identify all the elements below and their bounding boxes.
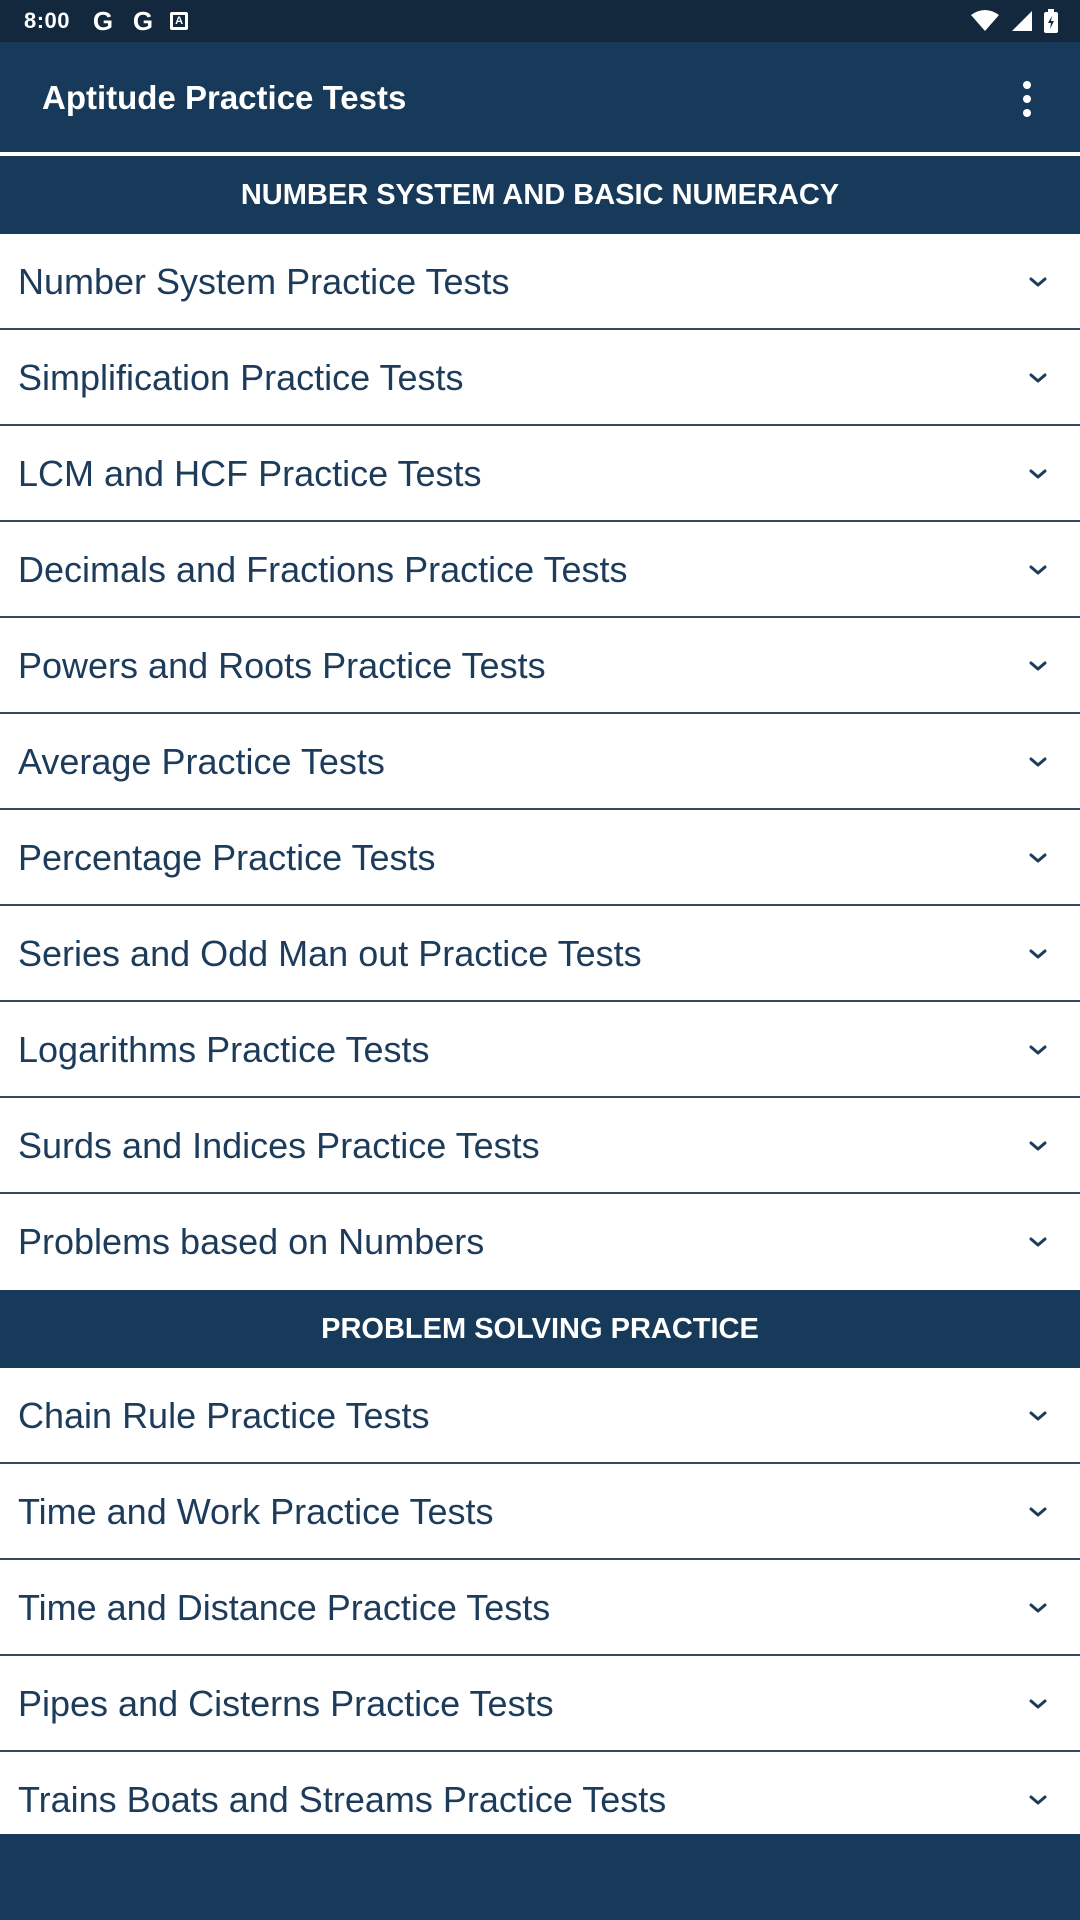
list-item[interactable]: Average Practice Tests	[0, 714, 1080, 810]
chevron-down-icon[interactable]	[1026, 1230, 1050, 1254]
list-item-label: Number System Practice Tests	[18, 261, 510, 302]
list-item[interactable]: Pipes and Cisterns Practice Tests	[0, 1656, 1080, 1752]
list-item-label: Series and Odd Man out Practice Tests	[18, 933, 642, 974]
app-title: Aptitude Practice Tests	[42, 79, 407, 116]
status-right-icons	[970, 0, 1058, 42]
chevron-down-icon[interactable]	[1026, 1788, 1050, 1812]
chevron-down-icon[interactable]	[1026, 942, 1050, 966]
chevron-down-icon[interactable]	[1026, 366, 1050, 390]
list-item[interactable]: Powers and Roots Practice Tests	[0, 618, 1080, 714]
bottom-banner-area	[0, 1834, 1080, 1920]
chevron-down-icon[interactable]	[1026, 270, 1050, 294]
list-item-label: Problems based on Numbers	[18, 1221, 485, 1262]
list-item-label: Average Practice Tests	[18, 741, 385, 782]
battery-icon	[1044, 9, 1058, 33]
list-item-label: Time and Work Practice Tests	[18, 1491, 494, 1532]
list-item[interactable]: LCM and HCF Practice Tests	[0, 426, 1080, 522]
list-item-label: Time and Distance Practice Tests	[18, 1587, 551, 1628]
chevron-down-icon[interactable]	[1026, 1134, 1050, 1158]
list-item[interactable]: Logarithms Practice Tests	[0, 1002, 1080, 1098]
chevron-down-icon[interactable]	[1026, 654, 1050, 678]
google-icon: G	[132, 6, 154, 36]
list-item-label: Surds and Indices Practice Tests	[18, 1125, 540, 1166]
more-vertical-icon[interactable]	[1000, 72, 1054, 126]
list-item[interactable]: Time and Distance Practice Tests	[0, 1560, 1080, 1656]
chevron-down-icon[interactable]	[1026, 558, 1050, 582]
wifi-icon	[971, 10, 999, 31]
list-item-label: Chain Rule Practice Tests	[18, 1395, 430, 1436]
list-item[interactable]: Series and Odd Man out Practice Tests	[0, 906, 1080, 1002]
cellular-signal-icon	[1012, 11, 1032, 31]
chevron-down-icon[interactable]	[1026, 462, 1050, 486]
chevron-down-icon[interactable]	[1026, 1038, 1050, 1062]
section-header: NUMBER SYSTEM AND BASIC NUMERACY	[0, 156, 1080, 234]
list-item[interactable]: Simplification Practice Tests	[0, 330, 1080, 426]
list-item-label: Decimals and Fractions Practice Tests	[18, 549, 628, 590]
chevron-down-icon[interactable]	[1026, 1500, 1050, 1524]
list-item[interactable]: Surds and Indices Practice Tests	[0, 1098, 1080, 1194]
list-item-label: Powers and Roots Practice Tests	[18, 645, 546, 686]
chevron-down-icon[interactable]	[1026, 846, 1050, 870]
status-bar: 8:00 G G A	[0, 0, 1080, 42]
section-header: PROBLEM SOLVING PRACTICE	[0, 1290, 1080, 1368]
list-item[interactable]: Problems based on Numbers	[0, 1194, 1080, 1290]
chevron-down-icon[interactable]	[1026, 1596, 1050, 1620]
list-item-label: Percentage Practice Tests	[18, 837, 436, 878]
list-item[interactable]: Chain Rule Practice Tests	[0, 1368, 1080, 1464]
keyboard-a-icon: A	[170, 12, 189, 30]
status-time: 8:00	[24, 8, 71, 33]
section-items: Number System Practice Tests Simplificati…	[0, 234, 1080, 1290]
list-item[interactable]: Percentage Practice Tests	[0, 810, 1080, 906]
section-items: Chain Rule Practice Tests Time and Work P…	[0, 1368, 1080, 1848]
chevron-down-icon[interactable]	[1026, 750, 1050, 774]
test-category-list: NUMBER SYSTEM AND BASIC NUMERACY Number S…	[0, 156, 1080, 1848]
list-item[interactable]: Decimals and Fractions Practice Tests	[0, 522, 1080, 618]
list-item-label: LCM and HCF Practice Tests	[18, 453, 482, 494]
list-item-label: Logarithms Practice Tests	[18, 1029, 430, 1070]
google-icon: G	[92, 6, 114, 36]
chevron-down-icon[interactable]	[1026, 1404, 1050, 1428]
list-item-label: Pipes and Cisterns Practice Tests	[18, 1683, 554, 1724]
app-bar: Aptitude Practice Tests	[0, 42, 1080, 154]
list-item[interactable]: Time and Work Practice Tests	[0, 1464, 1080, 1560]
list-item[interactable]: Number System Practice Tests	[0, 234, 1080, 330]
chevron-down-icon[interactable]	[1026, 1692, 1050, 1716]
list-item-label: Simplification Practice Tests	[18, 357, 464, 398]
